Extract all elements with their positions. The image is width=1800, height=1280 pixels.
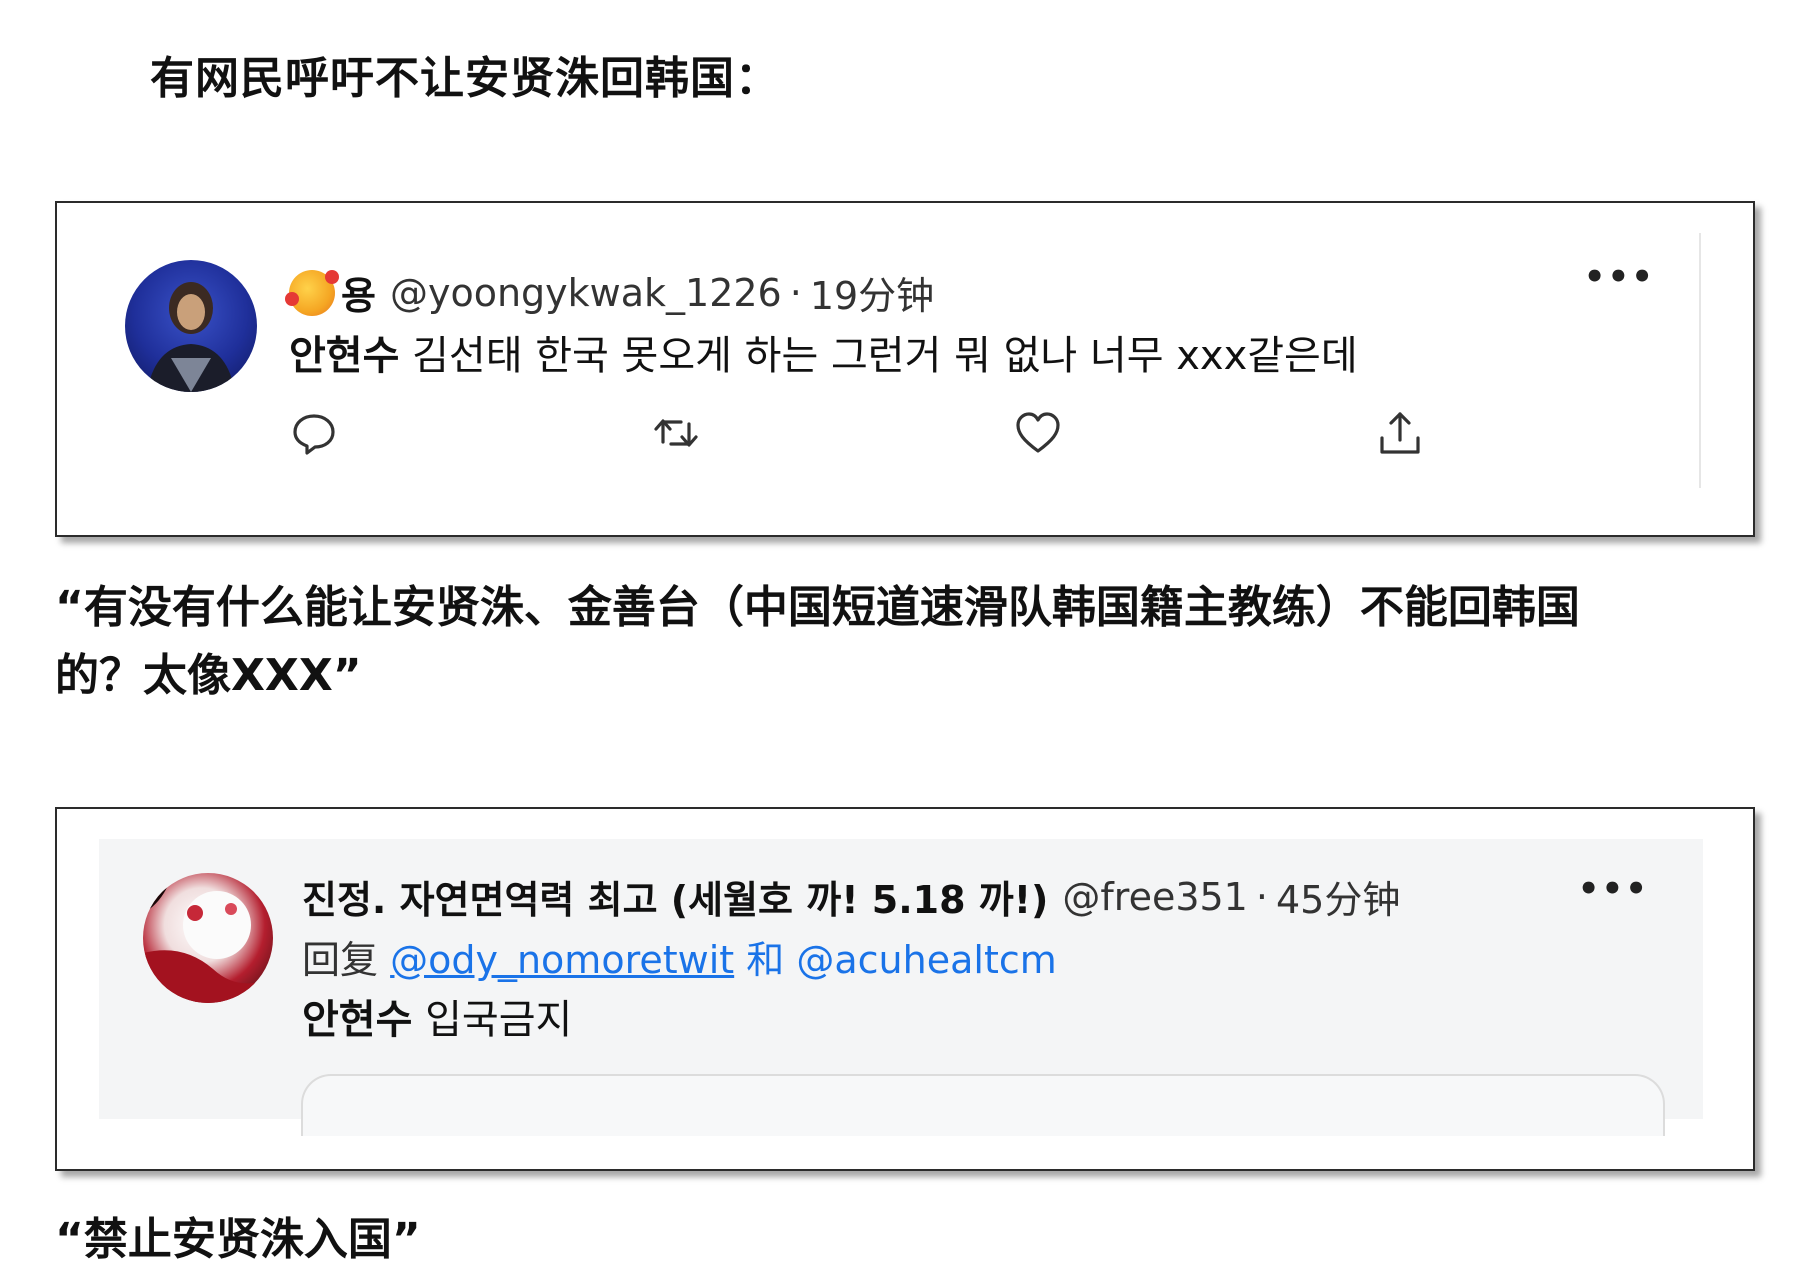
more-options-icon[interactable]: ••• <box>1584 257 1655 297</box>
display-name[interactable]: 용 <box>341 265 376 320</box>
like-icon[interactable] <box>1013 408 1063 458</box>
reply-icon[interactable] <box>289 408 339 458</box>
separator: · <box>789 270 802 315</box>
user-handle[interactable]: @free351 <box>1062 875 1247 919</box>
mention-link-2[interactable]: @acuhealtcm <box>796 938 1056 982</box>
reply-and: 和 <box>746 938 785 982</box>
tweet-actions <box>289 408 1509 460</box>
translation-quote-1: “有没有什么能让安贤洙、金善台（中国短道速滑队韩国籍主教练）不能回韩国 的？太像… <box>55 574 1775 710</box>
tweet-text: 안현수 김선태 한국 못오게 하는 그런거 뭐 없나 너무 xxx같은데 <box>289 323 1358 381</box>
tweet-card-2: 진정. 자연면역력 최고 (세월호 까! 5.18 까!) @free351 ·… <box>55 807 1755 1171</box>
quoted-tweet-embed[interactable] <box>301 1074 1665 1136</box>
translation-quote-1-line-2: 的？太像XXX” <box>55 650 362 701</box>
tweet-text-bold: 안현수 <box>289 333 400 379</box>
tweet-text-rest: 김선태 한국 못오게 하는 그런거 뭐 없나 너무 xxx같은데 <box>399 333 1358 379</box>
translation-quote-1-line-1: “有没有什么能让安贤洙、金善台（中国短道速滑队韩国籍主教练）不能回韩国 <box>55 582 1580 633</box>
tweet-text: 안현수 입국금지 <box>302 987 572 1045</box>
tweet-card-1: 용 @yoongykwak_1226 · 19分钟 ••• 안현수 김선태 한국… <box>55 201 1755 537</box>
tweet-text-rest: 입국금지 <box>412 997 573 1043</box>
share-icon[interactable] <box>1375 408 1425 458</box>
user-handle[interactable]: @yoongykwak_1226 <box>390 271 782 315</box>
tweet-header: 용 @yoongykwak_1226 · 19分钟 <box>285 265 934 320</box>
retweet-icon[interactable] <box>651 408 701 458</box>
reply-prefix: 回复 <box>302 938 379 982</box>
more-options-icon[interactable]: ••• <box>1578 869 1649 909</box>
reply-context: 回复 @ody_nomoretwit 和 @acuhealtcm <box>302 929 1057 984</box>
tweet-header: 진정. 자연면역력 최고 (세월호 까! 5.18 까!) @free351 ·… <box>302 869 1400 924</box>
page-heading: 有网民呼吁不让安贤洙回韩国： <box>150 53 780 104</box>
smiling-hearts-emoji-icon <box>285 269 339 316</box>
timestamp[interactable]: 19分钟 <box>810 265 934 320</box>
tweet-text-bold: 안현수 <box>302 997 413 1043</box>
divider <box>1699 233 1701 488</box>
mention-link-1[interactable]: @ody_nomoretwit <box>390 938 734 982</box>
translation-quote-2: “禁止安贤洙入国” <box>55 1214 421 1265</box>
avatar[interactable] <box>143 873 273 1003</box>
display-name[interactable]: 진정. 자연면역력 최고 (세월호 까! 5.18 까!) <box>302 869 1048 924</box>
avatar[interactable] <box>125 260 257 392</box>
timestamp[interactable]: 45分钟 <box>1276 869 1400 924</box>
separator: · <box>1255 874 1268 919</box>
